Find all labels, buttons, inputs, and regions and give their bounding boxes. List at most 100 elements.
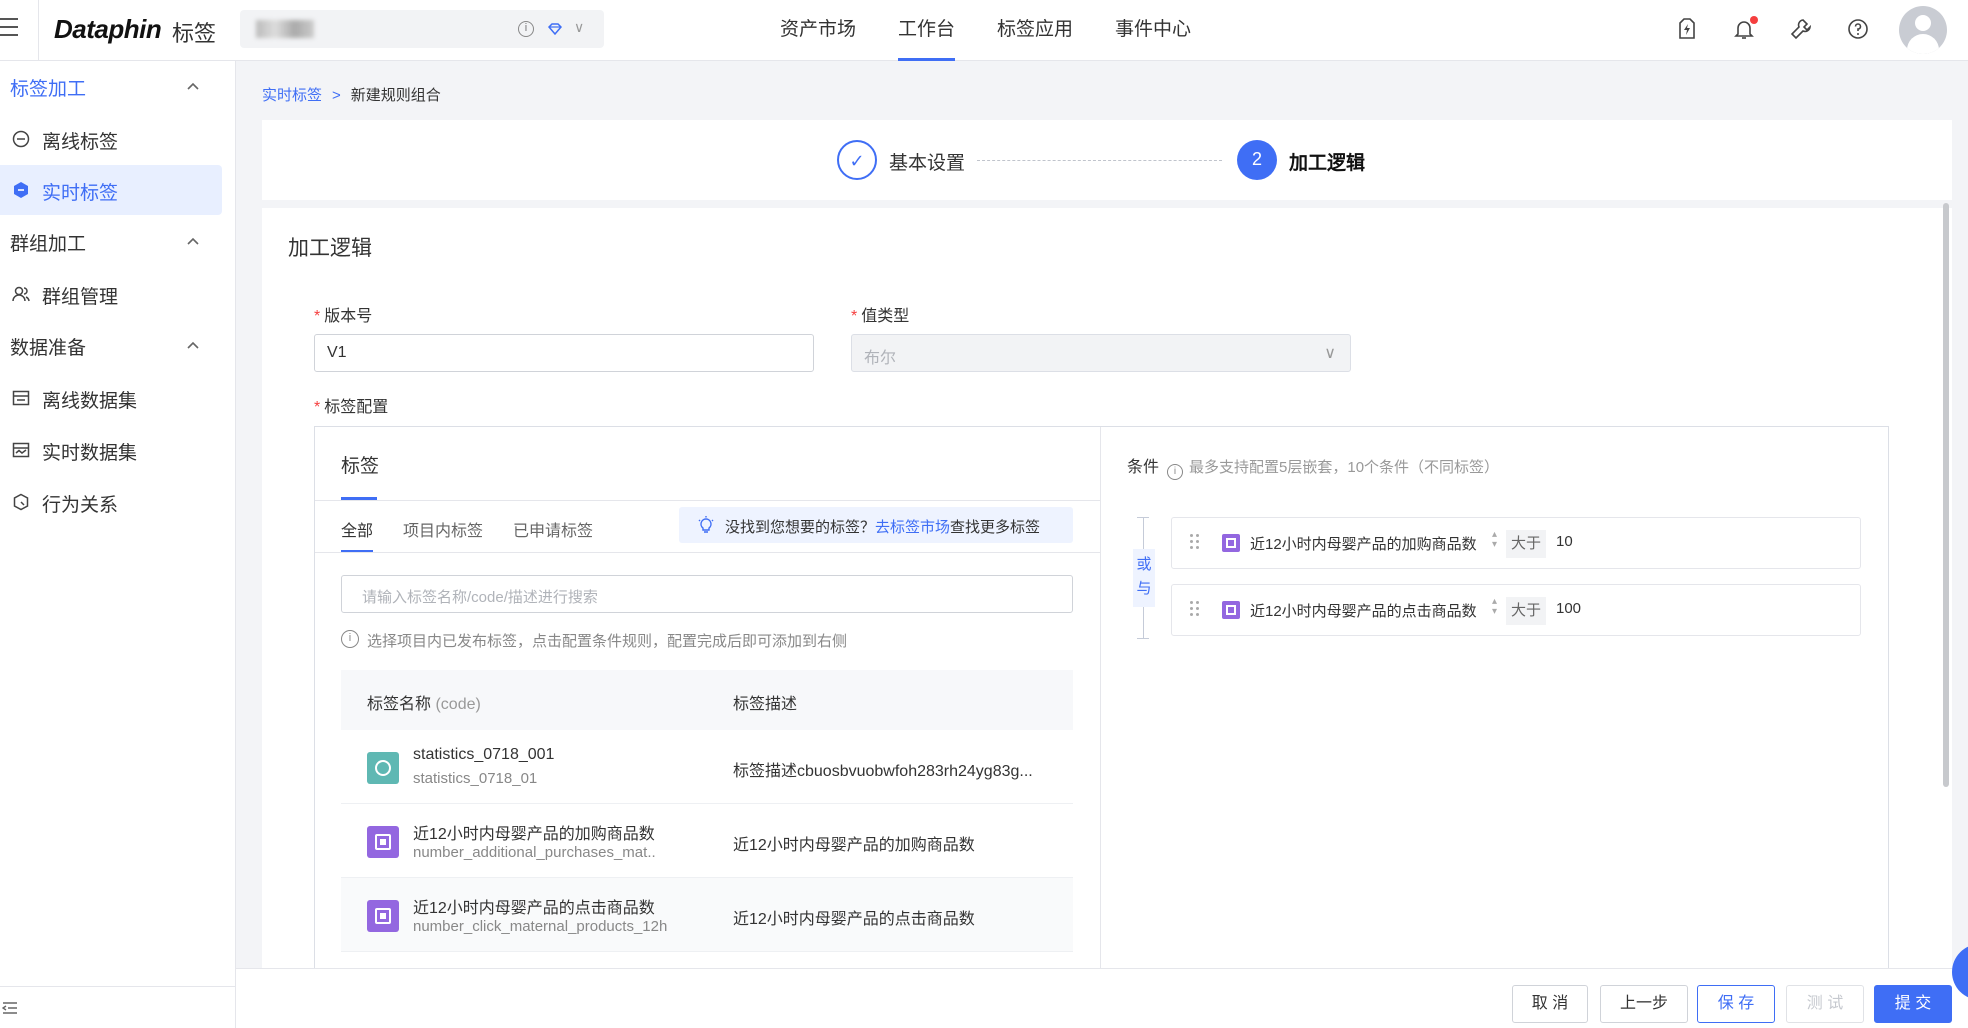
sidebar-item-label: 群组管理 [42,287,119,308]
tag-code: number_click_maternal_products_12h [413,918,668,935]
nav-asset-market[interactable]: 资产市场 [780,0,856,61]
version-input[interactable]: V1 [314,334,814,372]
condition-row[interactable]: 近12小时内母婴产品的点击商品数 ▴ ▾ 大于 100 [1171,584,1861,636]
dataset-icon [12,390,30,406]
sidebar-item-group-management[interactable]: 群组管理 [0,269,222,319]
table-row[interactable]: 近12小时内母婴产品的点击商品数 number_click_maternal_p… [341,878,1073,952]
tag-config-label: * 标签配置 [314,399,389,416]
cancel-button[interactable]: 取 消 [1512,985,1588,1023]
tag-desc: 标签描述cbuosbvuobwfoh283rh24yg83g... [733,763,1033,780]
lightbulb-icon [698,516,714,533]
info-icon[interactable]: i [518,21,534,37]
chevron-up-icon[interactable] [186,338,200,352]
tag-selector-panel: 标签 全部 项目内标签 已申请标签 没找到您想要的标签？去标签市场查找更多标签 … [315,427,1101,987]
sidebar-item-label: 离线标签 [42,132,119,153]
sidebar-group-group-processing[interactable]: 群组加工 [10,229,86,256]
sidebar-item-realtime-dataset[interactable]: 实时数据集 [0,425,222,475]
tab-applied-tags[interactable]: 已申请标签 [513,517,593,541]
users-icon [12,286,30,302]
table-header: 标签名称 (code) 标签描述 [341,670,1073,730]
sidebar-item-label: 实时标签 [42,183,119,204]
diamond-icon [548,23,562,35]
sidebar-item-label: 离线数据集 [42,391,138,412]
previous-step-button[interactable]: 上一步 [1600,985,1688,1023]
tag-search-input[interactable]: 请输入标签名称/code/描述进行搜索 [341,575,1073,613]
metric-tag-icon [1222,601,1240,619]
tag-code: statistics_0718_01 [413,770,538,787]
metric-tag-icon [367,900,399,932]
condition-tag-name: 近12小时内母婴产品的点击商品数 [1250,603,1477,620]
drag-handle-icon[interactable] [1190,534,1200,552]
step-1-check-icon[interactable]: ✓ [837,140,877,180]
breadcrumb-parent-link[interactable]: 实时标签 [262,87,322,104]
conditions-title: 条件 i 最多支持配置5层嵌套，10个条件（不同标签） [1127,453,1499,480]
condition-operator[interactable]: 大于 [1506,530,1546,558]
tag-market-link[interactable]: 去标签市场 [875,519,950,536]
divider [315,552,1101,553]
table-row[interactable]: 近12小时内母婴产品的加购商品数 number_additional_purch… [341,804,1073,878]
upload-bolt-icon[interactable] [1675,17,1699,41]
value-type-select[interactable]: 布尔 ∨ [851,334,1351,372]
condition-value[interactable]: 100 [1556,600,1581,617]
sidebar-group-data-prep[interactable]: 数据准备 [10,333,86,360]
sidebar-item-label: 行为关系 [42,495,119,516]
chevron-up-icon[interactable] [186,79,200,93]
page-scrollbar[interactable] [1943,203,1949,787]
col-desc-header: 标签描述 [733,696,798,713]
footer-action-bar: 取 消 上一步 保 存 测 试 提 交 [236,968,1968,1028]
breadcrumb: 实时标签 > 新建规则组合 [262,84,441,105]
submit-button[interactable]: 提 交 [1874,985,1952,1023]
realtime-dataset-icon [12,442,30,458]
step-2-number: 2 [1237,140,1277,180]
steps-indicator: ✓ 基本设置 2 加工逻辑 [262,120,1952,200]
test-button[interactable]: 测 试 [1786,985,1864,1023]
condition-value[interactable]: 10 [1556,533,1573,550]
realtime-tag-icon [14,182,28,198]
collapse-sidebar-icon[interactable] [2,1001,18,1015]
divider [0,986,236,987]
condition-operator[interactable]: 大于 [1506,597,1546,625]
user-avatar[interactable] [1899,6,1947,54]
project-selector[interactable]: i ∨ [240,10,604,48]
value-type-label: * 值类型 [851,308,910,325]
nav-tag-application[interactable]: 标签应用 [997,0,1073,61]
divider [315,500,1101,501]
logic-bracket: 或与 [1133,517,1155,639]
sidebar-group-tag-processing[interactable]: 标签加工 [10,74,86,101]
sort-icon: ▴ ▾ [1492,596,1498,617]
section-title: 加工逻辑 [288,237,372,260]
save-button[interactable]: 保 存 [1697,985,1775,1023]
condition-row[interactable]: 近12小时内母婴产品的加购商品数 ▴ ▾ 大于 10 [1171,517,1861,569]
help-icon[interactable] [1846,17,1870,41]
chevron-up-icon[interactable] [186,234,200,248]
tab-project-tags[interactable]: 项目内标签 [403,517,483,541]
relation-icon [13,493,29,511]
tag-name: statistics_0718_001 [413,746,555,763]
tag-name: 近12小时内母婴产品的加购商品数 [413,826,655,843]
info-icon[interactable]: i [1167,464,1184,480]
logic-toggle[interactable]: 或与 [1133,549,1155,607]
nav-event-center[interactable]: 事件中心 [1115,0,1191,61]
sidebar-item-offline-dataset[interactable]: 离线数据集 [0,373,222,423]
tag-panel-title: 标签 [341,456,380,477]
condition-tag-name: 近12小时内母婴产品的加购商品数 [1250,536,1477,553]
sidebar: 标签加工 离线标签 实时标签 群组加工 群组管理 数据准备 离线数据集 实时数据… [0,61,236,1028]
wrench-icon[interactable] [1789,17,1813,41]
nav-workbench[interactable]: 工作台 [898,0,956,61]
chevron-down-icon: ∨ [574,19,585,35]
menu-icon[interactable] [0,18,20,40]
sidebar-item-realtime-tag[interactable]: 实时标签 [0,165,222,215]
step-1-label[interactable]: 基本设置 [889,148,965,175]
sidebar-item-label: 实时数据集 [42,443,138,464]
app-module-name: 标签 [172,21,217,46]
sidebar-item-offline-tag[interactable]: 离线标签 [0,114,222,164]
tab-all[interactable]: 全部 [341,517,373,541]
sidebar-item-behavior-relation[interactable]: 行为关系 [0,477,222,527]
logic-and: 与 [1136,580,1152,597]
step-2-label: 加工逻辑 [1289,153,1366,174]
tag-config-panel: 标签 全部 项目内标签 已申请标签 没找到您想要的标签？去标签市场查找更多标签 … [314,426,1889,987]
logic-or: 或 [1136,556,1152,573]
drag-handle-icon[interactable] [1190,601,1200,619]
table-row[interactable]: statistics_0718_001 statistics_0718_01 标… [341,730,1073,804]
app-logo[interactable]: Dataphin [54,14,162,45]
